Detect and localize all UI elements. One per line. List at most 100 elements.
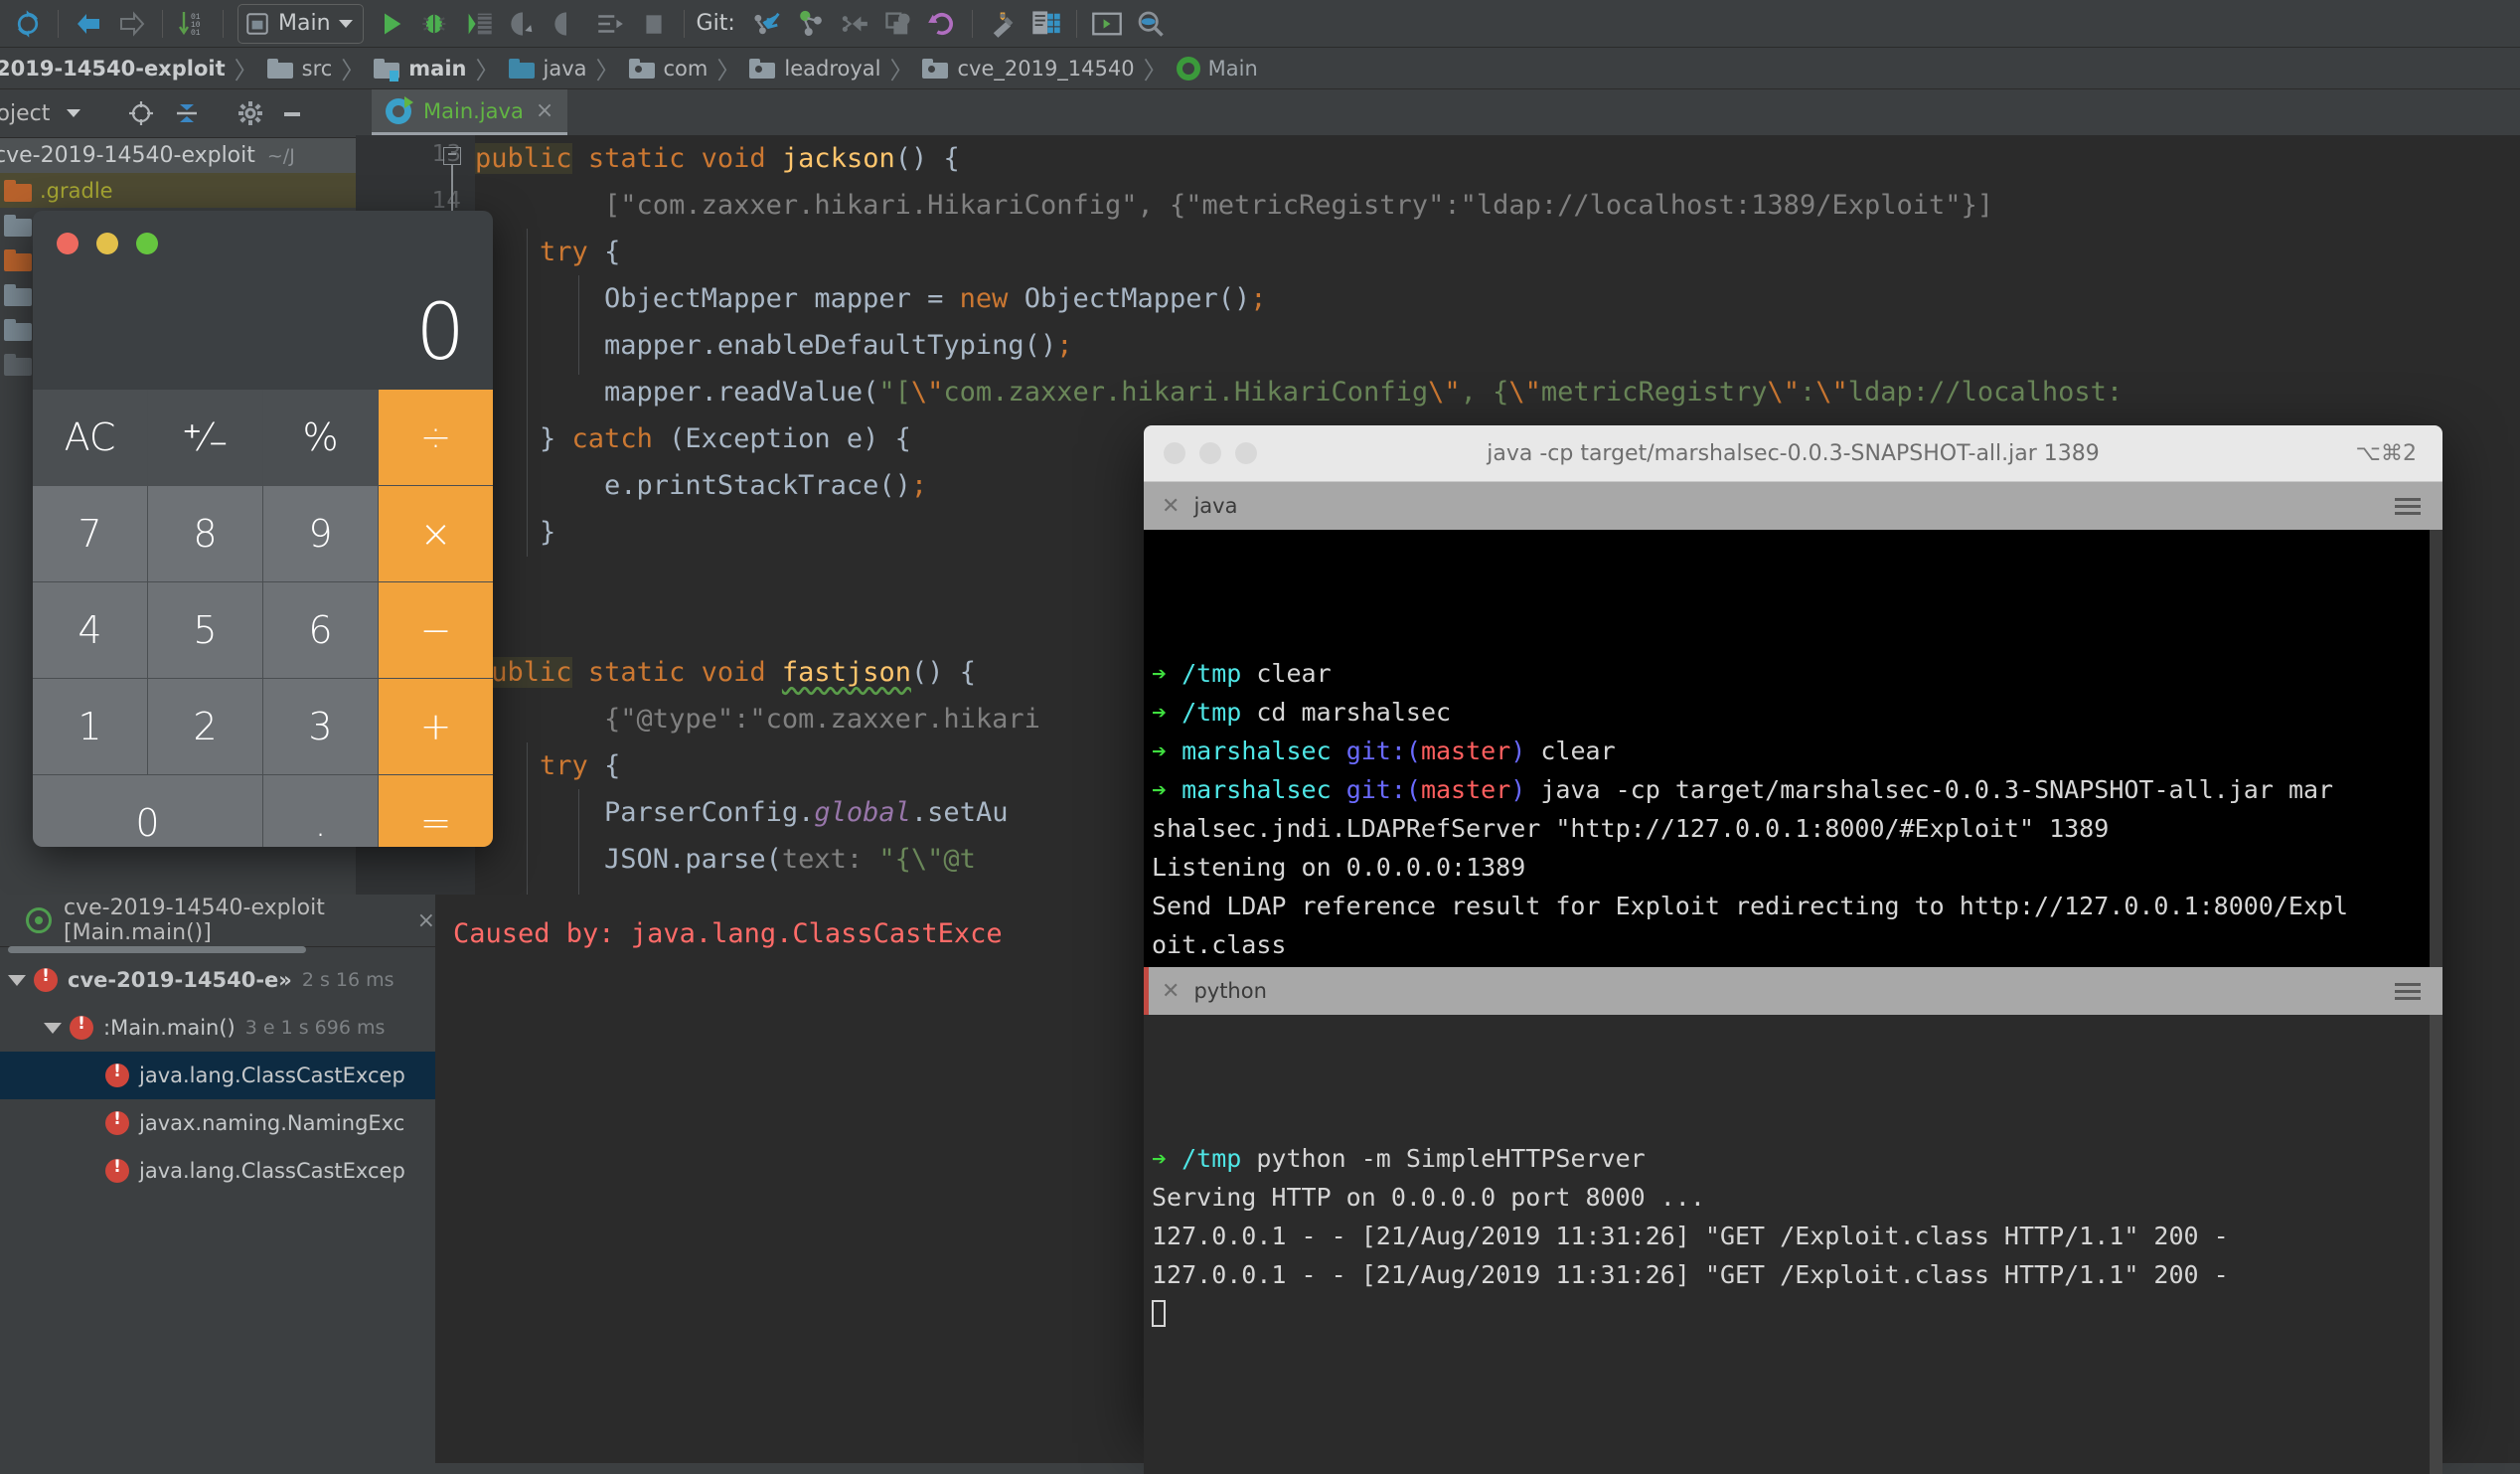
breadcrumb-item-src[interactable]: src <box>267 57 333 81</box>
run-tree-row[interactable]: cve-2019-14540-e»2 s 16 ms <box>0 956 435 1004</box>
digit-3-key[interactable]: 3 <box>263 679 378 774</box>
minimize-yellow-button[interactable] <box>96 233 118 254</box>
terminal-scrollbar[interactable] <box>2430 530 2442 967</box>
terminal-pane-tab-java[interactable]: ✕ java <box>1144 482 2442 530</box>
run-tree-row[interactable]: javax.naming.NamingExc <box>0 1099 435 1147</box>
tree-item-gradle[interactable]: .gradle <box>0 173 356 208</box>
tab-main-java[interactable]: Main.java × <box>372 89 567 135</box>
chevron-down-icon[interactable] <box>56 95 91 131</box>
digit-5-key[interactable]: 5 <box>148 582 262 678</box>
decimal-key[interactable]: . <box>263 775 378 847</box>
multiply-key[interactable]: × <box>379 486 493 581</box>
commit-icon[interactable] <box>789 2 833 46</box>
code-token: ldap://localhost: <box>1848 377 2123 408</box>
collapse-all-icon[interactable] <box>169 95 205 131</box>
equals-key[interactable]: = <box>379 775 493 847</box>
percent-key[interactable]: % <box>263 390 378 485</box>
subtract-key[interactable]: − <box>379 582 493 678</box>
close-icon[interactable]: × <box>417 908 435 933</box>
update-project-icon[interactable] <box>745 2 789 46</box>
close-red-button[interactable] <box>57 233 79 254</box>
back-arrow-icon[interactable] <box>67 2 110 46</box>
breadcrumb-item-main-class[interactable]: Main <box>1177 57 1258 81</box>
run-tree-duration: 2 s 16 ms <box>302 969 394 991</box>
breadcrumb-item-leadroyal[interactable]: leadroyal <box>749 57 880 81</box>
rerun-icon[interactable] <box>588 2 632 46</box>
run-tab-header[interactable]: cve-2019-14540-exploit [Main.main()] × <box>0 895 435 947</box>
folder-slate-icon <box>4 284 32 306</box>
breadcrumb-item-cve-package[interactable]: cve_2019_14540 <box>922 57 1134 81</box>
calculator-titlebar[interactable] <box>33 211 493 275</box>
run-configuration-selector[interactable]: Main <box>237 4 364 44</box>
forward-arrow-icon[interactable] <box>110 2 154 46</box>
menu-icon[interactable] <box>2395 494 2421 519</box>
chevron-down-icon[interactable] <box>339 20 353 28</box>
breadcrumb-item-project[interactable]: 2019-14540-exploit <box>0 57 226 81</box>
digit-2-key[interactable]: 2 <box>148 679 262 774</box>
terminal-scrollbar[interactable] <box>2430 1015 2442 1474</box>
locate-icon[interactable] <box>123 95 159 131</box>
profile-icon[interactable] <box>501 2 545 46</box>
calculator-window[interactable]: 0 AC⁺⁄₋%÷789×456−123+0.= <box>33 211 493 847</box>
run-tree-row[interactable]: java.lang.ClassCastExcep <box>0 1147 435 1195</box>
attach-icon[interactable] <box>545 2 588 46</box>
rollback-icon[interactable] <box>920 2 964 46</box>
divide-key[interactable]: ÷ <box>379 390 493 485</box>
terminal-token: 127.0.0.1 - - [21/Aug/2019 11:31:26] "GE… <box>1152 1260 2229 1289</box>
terminal-titlebar[interactable]: java -cp target/marshalsec-0.0.3-SNAPSHO… <box>1144 425 2442 482</box>
gear-icon[interactable] <box>233 95 268 131</box>
code-line: {"@type":"com.zaxxer.hikari <box>475 696 1040 742</box>
code-token: \" <box>1767 377 1800 408</box>
expand-triangle-icon[interactable] <box>8 975 26 986</box>
toggle-numeric-icon[interactable]: 011001 <box>171 2 215 46</box>
code-token: com.zaxxer.hikari.HikariConfig <box>943 377 1428 408</box>
run-icon[interactable] <box>370 2 413 46</box>
terminal-pane-python-output[interactable]: ➔ /tmp python -m SimpleHTTPServerServing… <box>1144 1015 2442 1474</box>
push-icon[interactable] <box>833 2 876 46</box>
fold-marker[interactable] <box>443 147 461 165</box>
breadcrumb-item-java[interactable]: java <box>509 57 587 81</box>
terminal-token: 127.0.0.1 - - [21/Aug/2019 11:31:26] "GE… <box>1152 1222 2229 1250</box>
digit-0-key[interactable]: 0 <box>33 775 262 847</box>
breadcrumb-item-com[interactable]: com <box>629 57 709 81</box>
keymap-icon[interactable] <box>1024 2 1068 46</box>
run-tree-row[interactable]: java.lang.ClassCastExcep <box>0 1052 435 1099</box>
terminal-window[interactable]: java -cp target/marshalsec-0.0.3-SNAPSHO… <box>1144 425 2442 1425</box>
add-key[interactable]: + <box>379 679 493 774</box>
code-token: new <box>960 283 1009 314</box>
digit-1-key[interactable]: 1 <box>33 679 147 774</box>
digit-4-key[interactable]: 4 <box>33 582 147 678</box>
terminal-pane-java-output[interactable]: ➔ /tmp clear➔ /tmp cd marshalsec➔ marsha… <box>1144 530 2442 967</box>
digit-6-key[interactable]: 6 <box>263 582 378 678</box>
digit-9-key[interactable]: 9 <box>263 486 378 581</box>
debug-icon[interactable] <box>413 2 457 46</box>
run-tree-row[interactable]: :Main.main()3 e 1 s 696 ms <box>0 1004 435 1052</box>
terminal-icon[interactable] <box>1085 2 1129 46</box>
digit-8-key[interactable]: 8 <box>148 486 262 581</box>
toolbar-divider-5 <box>972 10 973 38</box>
all-clear-key[interactable]: AC <box>33 390 147 485</box>
fold-marker-arrow <box>448 153 456 155</box>
run-coverage-icon[interactable] <box>457 2 501 46</box>
terminal-pane-tab-python[interactable]: ✕ python <box>1144 967 2442 1015</box>
hide-icon[interactable] <box>274 95 310 131</box>
run-result-tree[interactable]: cve-2019-14540-e»2 s 16 ms:Main.main()3 … <box>0 956 435 1195</box>
menu-icon[interactable] <box>2395 979 2421 1004</box>
project-root-row[interactable]: cve-2019-14540-exploit ~/J <box>0 138 356 173</box>
sign-toggle-key[interactable]: ⁺⁄₋ <box>148 390 262 485</box>
search-everywhere-icon[interactable] <box>1129 2 1173 46</box>
code-line: ParserConfig.global.setAu <box>475 789 1008 836</box>
zoom-green-button[interactable] <box>136 233 158 254</box>
breadcrumb-item-main[interactable]: main <box>374 57 466 81</box>
horizontal-scrollbar[interactable] <box>8 946 306 953</box>
settings-wrench-icon[interactable] <box>981 2 1024 46</box>
close-icon[interactable]: ✕ <box>1162 494 1180 519</box>
diff-icon[interactable] <box>876 2 920 46</box>
terminal-shortcut-label: ⌥⌘2 <box>2356 441 2417 466</box>
expand-triangle-icon[interactable] <box>44 1023 62 1034</box>
close-icon[interactable]: ✕ <box>1162 979 1180 1004</box>
stop-icon[interactable] <box>632 2 676 46</box>
sync-icon[interactable] <box>6 2 50 46</box>
digit-7-key[interactable]: 7 <box>33 486 147 581</box>
close-icon[interactable]: × <box>536 98 553 123</box>
